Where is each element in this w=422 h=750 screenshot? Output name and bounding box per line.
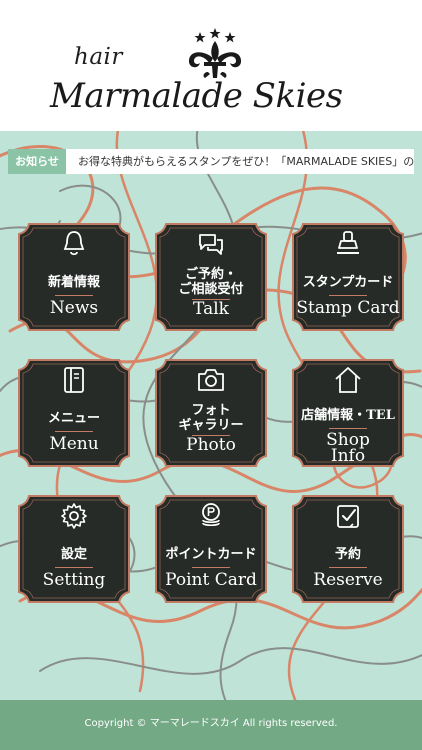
menu-tile-point-card[interactable]: ポイントカード Point Card: [152, 492, 270, 606]
chat-bubbles-icon: [199, 234, 223, 255]
copyright-text: Copyright © マーマレードスカイ All rights reserve…: [84, 718, 338, 729]
tile-label-jp-line2: ご相談受付: [178, 282, 244, 297]
logo-brand-name: Marmalade Skies: [50, 76, 343, 116]
notice-badge: お知らせ: [8, 149, 66, 174]
logo-hair-text: hair: [74, 44, 123, 70]
tile-label-jp: スタンプカード: [302, 275, 394, 290]
tile-label-jp: 店舗情報・TEL: [301, 408, 395, 423]
tile-divider: [329, 428, 367, 429]
tile-label-jp-line1: ご予約・: [184, 267, 237, 282]
camera-icon: [198, 369, 224, 391]
tile-divider: [192, 567, 230, 568]
tile-label-en-line2: Info: [330, 446, 366, 466]
notice-bar[interactable]: お知らせ お得な特典がもらえるスタンプをぜひ！「MARMALADE SKIES」…: [8, 149, 414, 174]
book-icon: [64, 367, 84, 393]
menu-tile-talk[interactable]: ご予約・ ご相談受付 Talk: [152, 220, 270, 334]
tile-divider: [329, 567, 367, 568]
tile-label-jp: 新着情報: [47, 275, 100, 290]
notice-ticker-text[interactable]: お得な特典がもらえるスタンプをぜひ！「MARMALADE SKIES」の最新情: [78, 149, 414, 174]
calendar-check-icon: [337, 505, 359, 528]
tile-label-en: Point Card: [165, 570, 257, 590]
tile-divider: [55, 431, 93, 432]
tile-label-jp: メニュー: [47, 411, 100, 426]
tile-label-en: Stamp Card: [296, 298, 400, 318]
app-header: hair Marmalade Skies: [0, 0, 422, 131]
bell-icon: [63, 231, 85, 256]
tile-label-jp-line1: フォト: [191, 403, 231, 418]
tile-label-en: News: [49, 298, 99, 318]
tile-divider: [329, 295, 367, 296]
tile-label-en: Photo: [186, 435, 236, 455]
tile-label-en: Setting: [42, 570, 106, 590]
tile-label-jp: 予約: [334, 547, 361, 562]
fleur-de-lis-logo-icon: [188, 28, 242, 78]
tile-label-jp: ポイントカード: [165, 547, 257, 562]
tile-divider: [55, 567, 93, 568]
tile-label-en: Reserve: [313, 570, 383, 590]
menu-tile-reserve[interactable]: 予約 Reserve: [289, 492, 407, 606]
tile-label-jp: 設定: [60, 547, 87, 562]
tile-label-en: Menu: [49, 434, 99, 454]
home-icon: [335, 367, 361, 393]
stamp-icon: [337, 231, 359, 254]
menu-tile-news[interactable]: 新着情報 News: [15, 220, 133, 334]
tile-divider: [55, 295, 93, 296]
menu-tile-menu[interactable]: メニュー Menu: [15, 356, 133, 470]
coins-icon: [202, 503, 220, 527]
menu-tile-stamp-card[interactable]: スタンプカード Stamp Card: [289, 220, 407, 334]
menu-tile-photo[interactable]: フォト ギャラリー Photo: [152, 356, 270, 470]
menu-tile-shop-info[interactable]: 店舗情報・TEL Shop Info: [289, 356, 407, 470]
tile-label-jp-line2: ギャラリー: [178, 418, 244, 433]
app-footer: Copyright © マーマレードスカイ All rights reserve…: [0, 700, 422, 750]
menu-tile-settings[interactable]: 設定 Setting: [15, 492, 133, 606]
gear-icon: [61, 503, 87, 529]
tile-label-en: Talk: [193, 299, 229, 319]
